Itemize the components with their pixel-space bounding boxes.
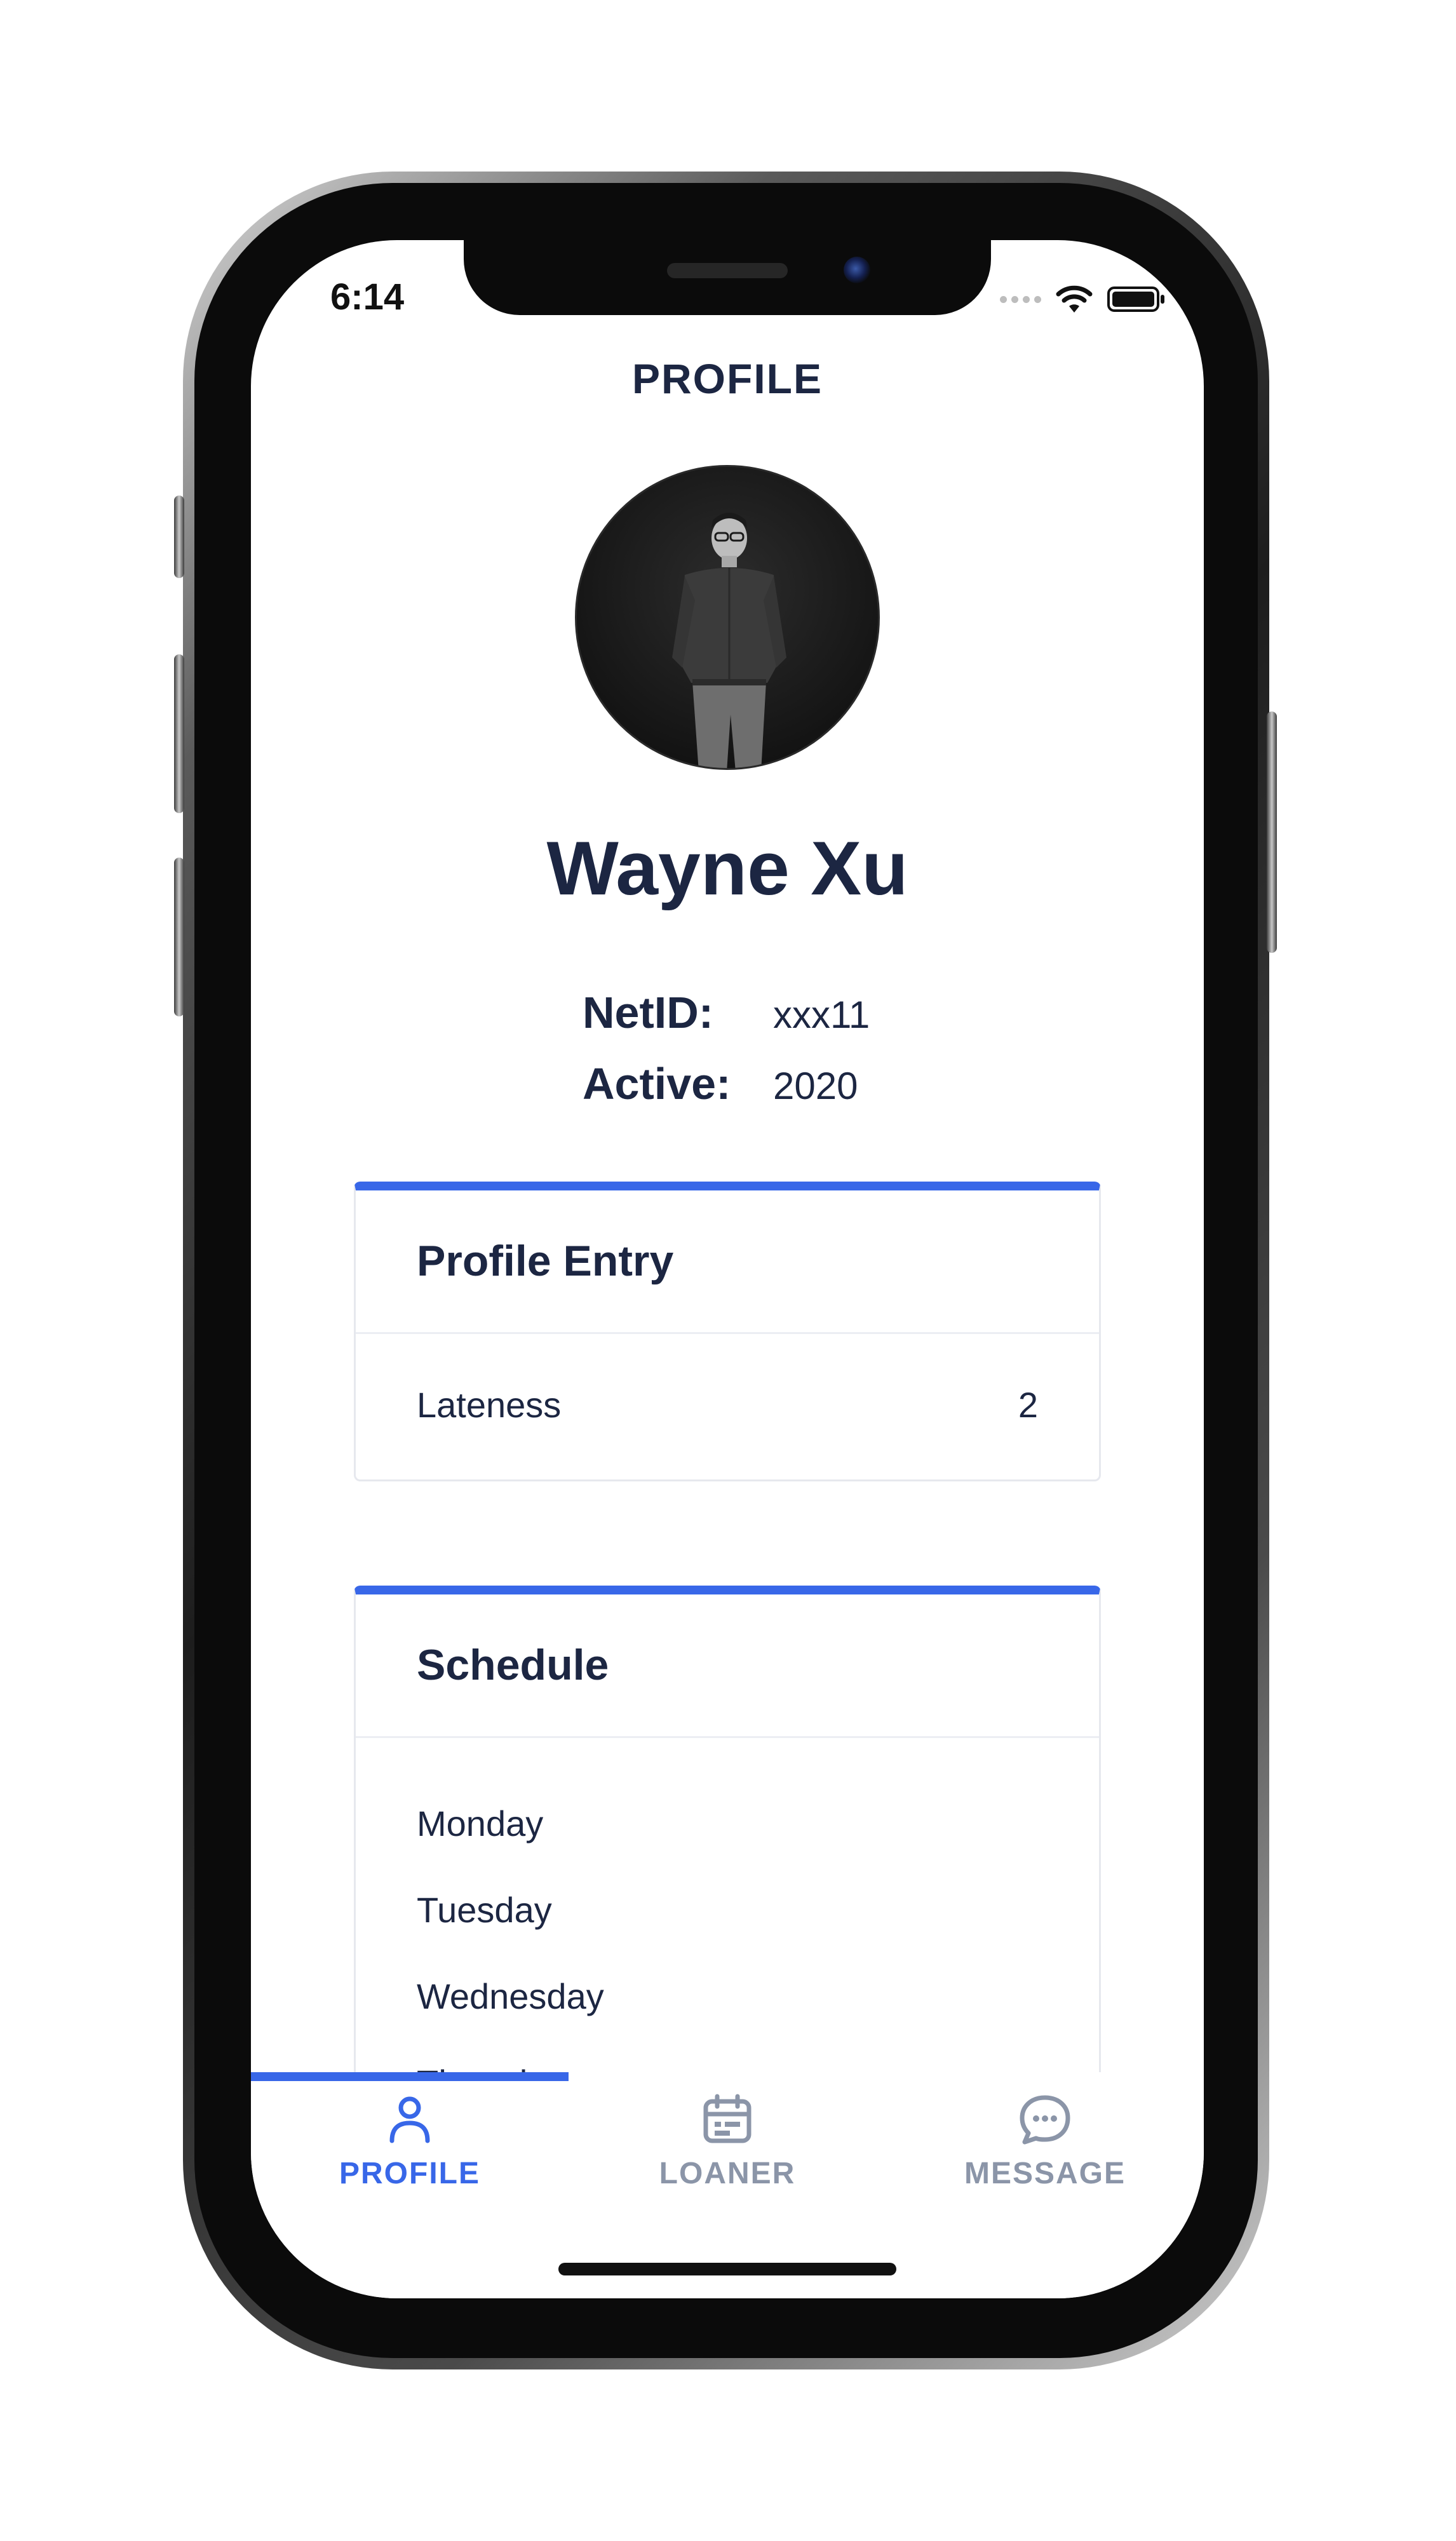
tab-message-label: MESSAGE — [964, 2157, 1126, 2190]
schedule-day-tuesday[interactable]: Tuesday — [417, 1882, 1038, 1968]
active-label: Active: — [583, 1059, 731, 1109]
speaker-grille — [667, 263, 788, 278]
person-icon — [389, 2096, 430, 2143]
schedule-title: Schedule — [356, 1594, 1099, 1738]
home-indicator[interactable] — [558, 2263, 896, 2275]
tab-loaner-label: LOANER — [659, 2157, 796, 2190]
netid-label: NetID: — [583, 988, 714, 1037]
battery-icon — [1107, 286, 1164, 312]
schedule-day-monday[interactable]: Monday — [417, 1795, 1038, 1882]
active-row: Active: 2020 — [583, 1058, 858, 1109]
netid-row: NetID: xxx11 — [583, 987, 870, 1038]
schedule-day-wednesday[interactable]: Wednesday — [417, 1968, 1038, 2054]
tab-message[interactable]: MESSAGE — [886, 2094, 1204, 2234]
status-indicators — [1000, 285, 1166, 314]
notch — [464, 240, 991, 315]
active-value: 2020 — [773, 1065, 858, 1107]
lateness-label: Lateness — [417, 1384, 562, 1425]
lateness-row[interactable]: Lateness 2 — [356, 1334, 1099, 1475]
active-tab-indicator — [251, 2072, 569, 2081]
page-title: PROFILE — [631, 355, 823, 402]
front-camera — [844, 257, 870, 283]
avatar-photo — [577, 467, 878, 768]
wifi-icon — [1056, 285, 1093, 313]
lateness-value: 2 — [1018, 1384, 1038, 1425]
calendar-icon — [703, 2094, 752, 2143]
avatar — [575, 465, 880, 770]
tab-profile[interactable]: PROFILE — [251, 2094, 569, 2234]
status-time: 6:14 — [330, 276, 405, 318]
tab-profile-label: PROFILE — [339, 2157, 480, 2190]
user-name: Wayne Xu — [546, 826, 908, 911]
volume-down-button — [174, 858, 184, 1016]
netid-value: xxx11 — [773, 994, 870, 1036]
cellular-signal-icon — [1000, 295, 1041, 303]
profile-entry-title: Profile Entry — [356, 1190, 1099, 1334]
volume-up-button — [174, 654, 184, 813]
tab-loaner[interactable]: LOANER — [569, 2094, 886, 2234]
silent-switch — [174, 495, 184, 578]
power-button — [1267, 711, 1277, 953]
app-screen: 6:14 PROFILE Wayne Xu NetID: xxx11 Activ… — [251, 240, 1204, 2298]
chat-bubble-icon — [1020, 2095, 1070, 2145]
profile-entry-card: Profile Entry Lateness 2 — [354, 1182, 1101, 1481]
